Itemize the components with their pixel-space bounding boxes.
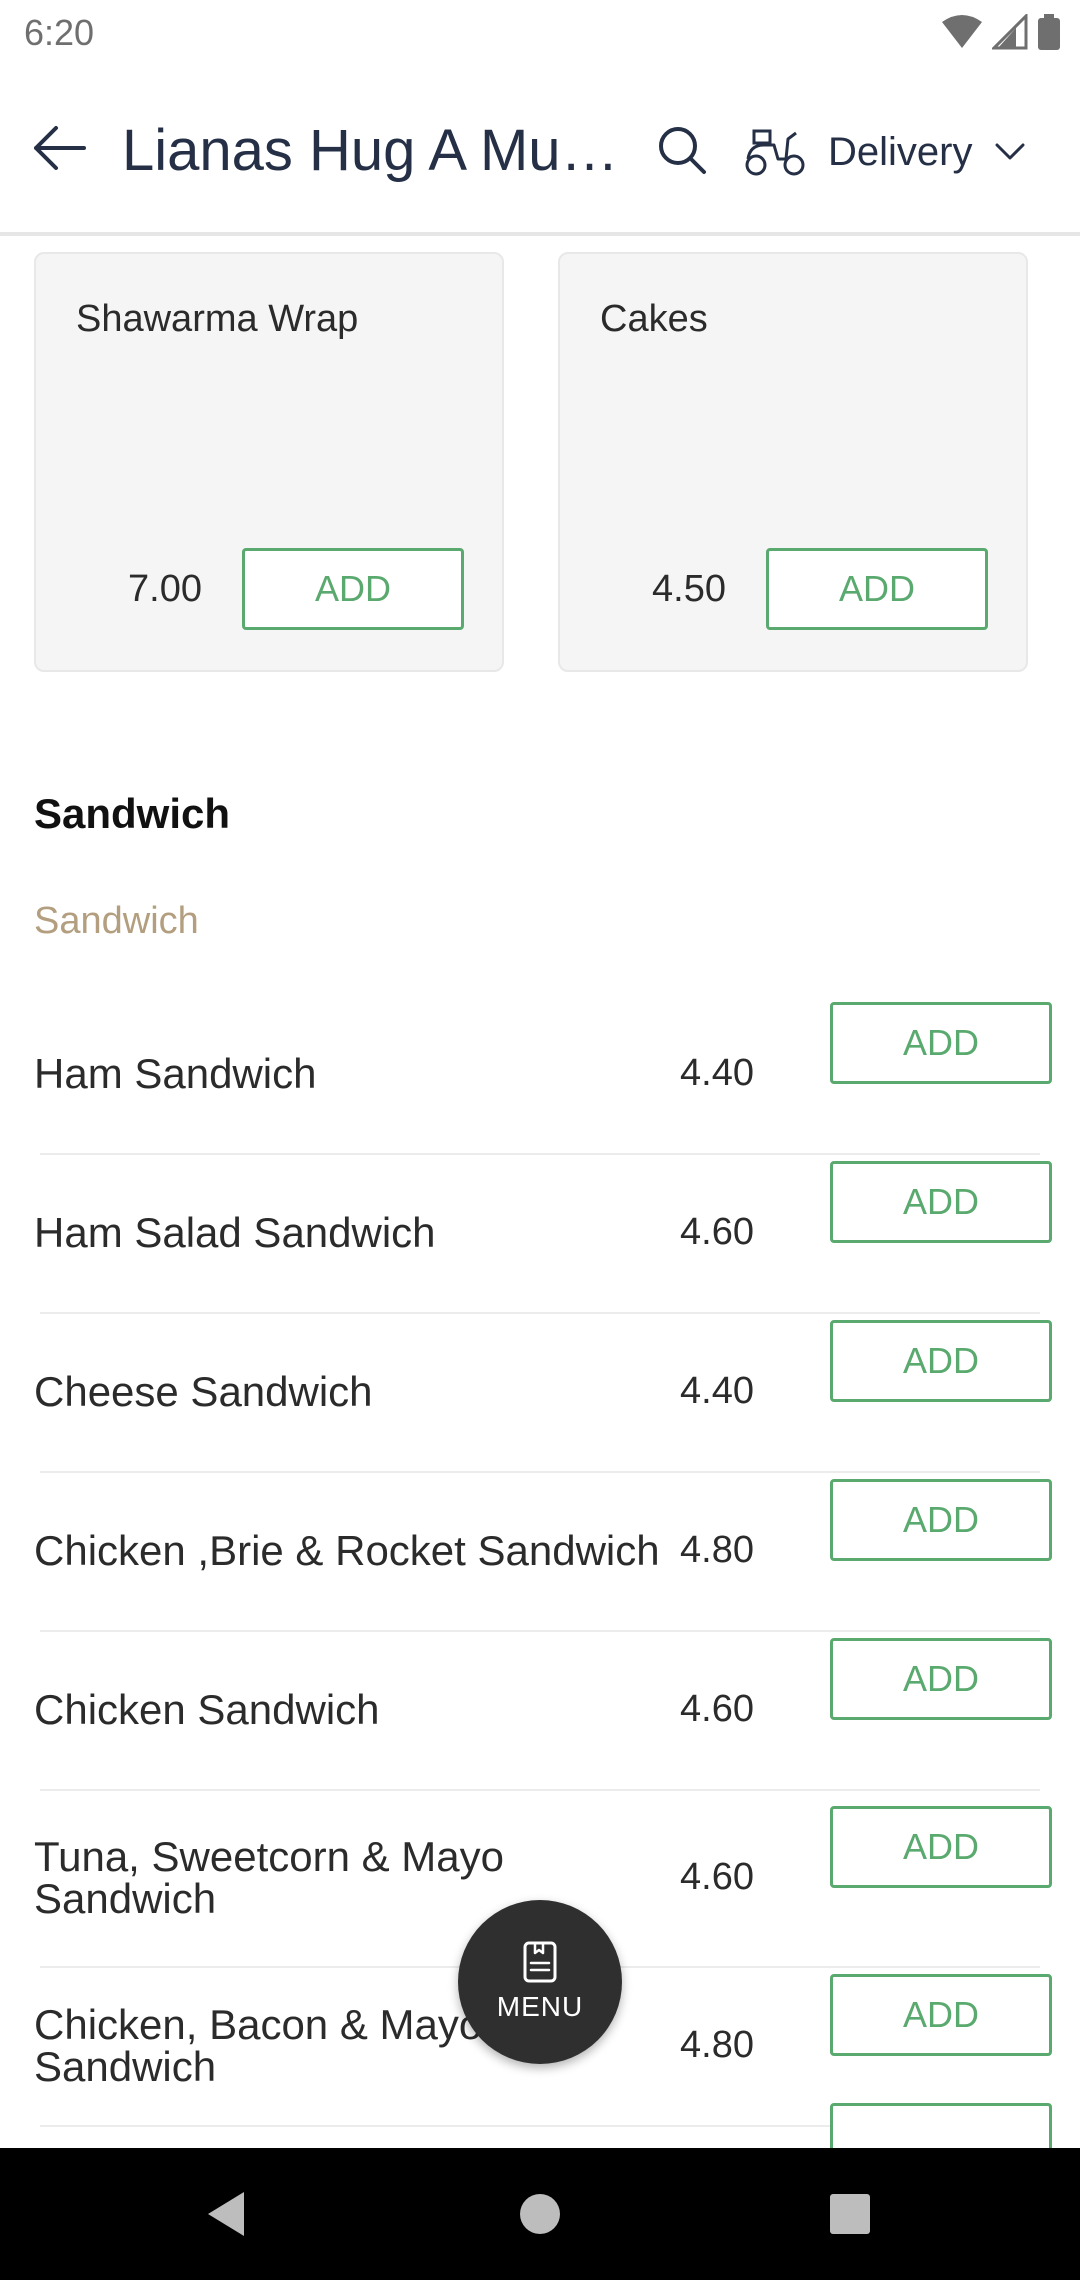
item-name: Ham Sandwich bbox=[34, 1049, 317, 1097]
status-icons bbox=[942, 14, 1060, 50]
list-item[interactable]: Chicken Sandwich 4.60 ADD bbox=[0, 1632, 1080, 1791]
nav-recents-button[interactable] bbox=[818, 2182, 882, 2246]
item-price: 4.40 bbox=[680, 1370, 754, 1412]
featured-card-price: 7.00 bbox=[128, 568, 202, 610]
item-price: 4.80 bbox=[680, 2024, 754, 2066]
add-button[interactable]: ADD bbox=[830, 1002, 1052, 1084]
app-bar: Lianas Hug A Mug... Delivery bbox=[0, 66, 1080, 236]
back-arrow-icon bbox=[34, 126, 86, 170]
featured-card[interactable]: Cakes 4.50 ADD bbox=[558, 252, 1028, 672]
item-name: Chicken ,Brie & Rocket Sandwich bbox=[34, 1526, 660, 1574]
item-price: 4.60 bbox=[680, 1211, 754, 1253]
item-name: Ham Salad Sandwich bbox=[34, 1208, 436, 1256]
back-button[interactable] bbox=[30, 118, 90, 178]
item-price: 4.80 bbox=[680, 1529, 754, 1571]
scooter-icon bbox=[745, 129, 805, 176]
item-name: Cheese Sandwich bbox=[34, 1367, 373, 1415]
add-button[interactable]: ADD bbox=[830, 1161, 1052, 1243]
battery-icon bbox=[1038, 14, 1060, 50]
subsection-title: Sandwich bbox=[34, 900, 199, 942]
chevron-down-icon bbox=[995, 143, 1025, 160]
system-nav-bar bbox=[0, 2148, 1080, 2280]
list-item[interactable]: Cheese Sandwich 4.40 ADD bbox=[0, 1314, 1080, 1473]
menu-book-icon bbox=[523, 1941, 557, 1983]
menu-fab-button[interactable]: MENU bbox=[458, 1900, 622, 2064]
order-mode-selector[interactable]: Delivery bbox=[744, 122, 1026, 182]
status-bar: 6:20 bbox=[0, 0, 1080, 66]
wifi-icon bbox=[942, 15, 982, 48]
signal-icon bbox=[992, 14, 1028, 50]
menu-fab-label: MENU bbox=[496, 1991, 584, 2022]
status-time: 6:20 bbox=[24, 12, 95, 53]
list-item[interactable]: Ham Salad Sandwich 4.60 ADD bbox=[0, 1155, 1080, 1314]
nav-back-icon bbox=[208, 2192, 244, 2236]
add-button[interactable]: ADD bbox=[830, 1479, 1052, 1561]
item-name: Chicken Sandwich bbox=[34, 1685, 380, 1733]
nav-home-button[interactable] bbox=[508, 2182, 572, 2246]
nav-recents-icon bbox=[830, 2194, 870, 2234]
nav-home-icon bbox=[520, 2194, 560, 2234]
add-button[interactable]: ADD bbox=[830, 1974, 1052, 2056]
featured-card-price: 4.50 bbox=[652, 568, 726, 610]
add-button[interactable]: ADD bbox=[766, 548, 988, 630]
featured-card-name: Cakes bbox=[600, 298, 708, 340]
list-item[interactable]: Ham Sandwich 4.40 ADD bbox=[0, 996, 1080, 1155]
page-title: Lianas Hug A Mug... bbox=[122, 118, 632, 183]
nav-back-button[interactable] bbox=[194, 2182, 258, 2246]
item-price: 4.60 bbox=[680, 1688, 754, 1730]
add-button[interactable]: ADD bbox=[830, 1638, 1052, 1720]
featured-card-name: Shawarma Wrap bbox=[76, 298, 359, 340]
search-icon bbox=[659, 127, 706, 174]
featured-card[interactable]: Shawarma Wrap 7.00 ADD bbox=[34, 252, 504, 672]
order-mode-label: Delivery bbox=[828, 129, 973, 174]
search-button[interactable] bbox=[656, 124, 708, 176]
add-button[interactable]: ADD bbox=[830, 1806, 1052, 1888]
item-price: 4.40 bbox=[680, 1052, 754, 1094]
list-item[interactable]: Chicken ,Brie & Rocket Sandwich 4.80 ADD bbox=[0, 1473, 1080, 1632]
item-price: 4.60 bbox=[680, 1856, 754, 1898]
section-title: Sandwich bbox=[34, 790, 231, 837]
add-button[interactable]: ADD bbox=[830, 1320, 1052, 1402]
add-button[interactable]: ADD bbox=[242, 548, 464, 630]
